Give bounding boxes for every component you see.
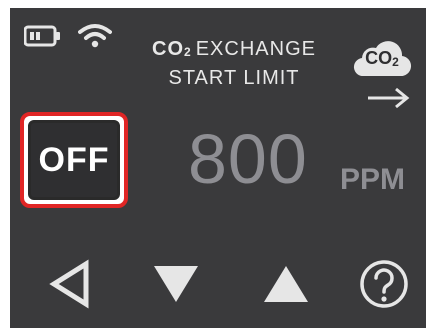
down-triangle-icon [152, 264, 200, 309]
off-toggle-face: OFF [28, 120, 120, 200]
title-co2-prefix: CO [152, 38, 185, 60]
cloud-icon: CO2 [352, 36, 412, 80]
back-button[interactable] [40, 254, 100, 318]
title-line-2: START LIMIT [168, 67, 300, 89]
title-co2-subscript: 2 [184, 45, 192, 59]
help-icon [359, 259, 409, 314]
cloud-co2-text: CO [365, 48, 393, 68]
nav-bar [10, 254, 426, 318]
title-line-1: CO2 EXCHANGE [124, 36, 344, 65]
cloud-label: CO2 [352, 48, 412, 69]
up-triangle-icon [262, 264, 310, 309]
co2-limit-value: 800 [188, 120, 308, 198]
device-screen: CO2 EXCHANGE START LIMIT CO2 OFF 800 PPM [10, 8, 426, 328]
title-line-1-rest: EXCHANGE [195, 38, 316, 60]
off-toggle-label: OFF [38, 140, 110, 179]
arrow-right-icon [366, 86, 412, 110]
off-toggle-button[interactable]: OFF [20, 112, 128, 208]
page-title: CO2 EXCHANGE START LIMIT [124, 36, 344, 91]
battery-icon [23, 25, 62, 47]
back-triangle-icon [48, 258, 92, 314]
help-button[interactable] [354, 254, 414, 318]
cloud-co2-subscript: 2 [392, 55, 399, 69]
decrease-button[interactable] [146, 254, 206, 318]
co2-limit-unit: PPM [340, 163, 406, 196]
status-bar [23, 22, 112, 50]
increase-button[interactable] [256, 254, 316, 318]
wifi-icon [78, 23, 112, 49]
